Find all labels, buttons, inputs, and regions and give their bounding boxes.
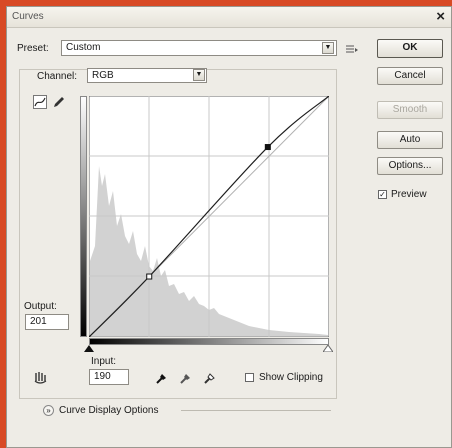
- preview-checkbox[interactable]: ✓: [378, 190, 387, 199]
- preset-label: Preset:: [17, 43, 49, 54]
- preset-select[interactable]: Custom: [61, 40, 337, 56]
- curve-point[interactable]: [146, 273, 153, 280]
- curves-dialog: Curves × Preset: Custom ▼ OK Cancel Smoo…: [6, 6, 452, 448]
- gray-eyedropper-icon[interactable]: [179, 371, 193, 385]
- pencil-tool-icon[interactable]: [51, 95, 65, 109]
- output-label: Output:: [24, 301, 57, 312]
- adjust-hand-icon[interactable]: [33, 371, 51, 385]
- preview-label: Preview: [391, 189, 427, 200]
- white-eyedropper-icon[interactable]: [203, 371, 217, 385]
- cancel-button[interactable]: Cancel: [377, 67, 443, 85]
- channel-label: Channel:: [35, 71, 80, 82]
- options-menu-icon[interactable]: [345, 44, 359, 54]
- curve-display-options-label[interactable]: Curve Display Options: [59, 405, 158, 416]
- show-clipping-label: Show Clipping: [259, 372, 323, 383]
- auto-button[interactable]: Auto: [377, 131, 443, 149]
- preset-value: Custom: [66, 42, 101, 53]
- curve-graph[interactable]: [89, 96, 329, 337]
- ok-button[interactable]: OK: [377, 39, 443, 58]
- close-icon[interactable]: ×: [436, 8, 445, 25]
- input-gradient-bar: [89, 338, 329, 345]
- smooth-button[interactable]: Smooth: [377, 101, 443, 119]
- chevron-down-icon[interactable]: ▼: [193, 69, 205, 81]
- title-bar: Curves ×: [7, 7, 451, 28]
- input-value: 190: [94, 371, 111, 382]
- output-gradient-bar: [80, 96, 87, 337]
- input-field[interactable]: 190: [89, 369, 129, 385]
- curve-tool-icon[interactable]: [33, 95, 47, 109]
- white-point-slider[interactable]: [323, 345, 333, 352]
- chevron-down-icon[interactable]: ▼: [322, 42, 334, 54]
- input-label: Input:: [91, 356, 117, 367]
- channel-select[interactable]: RGB: [87, 68, 207, 83]
- expand-toggle-icon[interactable]: »: [43, 405, 54, 416]
- window-title: Curves: [12, 11, 44, 22]
- output-value: 201: [30, 316, 47, 327]
- curve-point-selected[interactable]: [264, 144, 271, 151]
- divider: [181, 410, 331, 411]
- black-eyedropper-icon[interactable]: [155, 371, 169, 385]
- channel-value: RGB: [92, 70, 114, 81]
- black-point-slider[interactable]: [84, 345, 94, 352]
- options-button[interactable]: Options...: [377, 157, 443, 175]
- output-field[interactable]: 201: [25, 314, 69, 330]
- show-clipping-checkbox[interactable]: [245, 373, 254, 382]
